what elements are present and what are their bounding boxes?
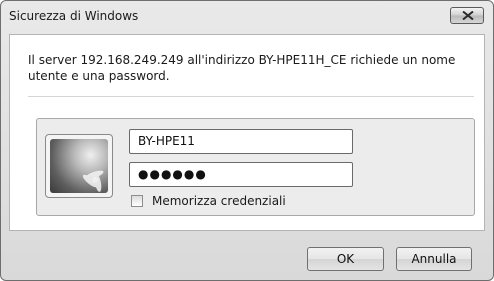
- security-dialog: Sicurezza di Windows Il server 192.168.2…: [0, 0, 494, 281]
- password-field[interactable]: ●●●●●●: [129, 162, 353, 187]
- remember-checkbox[interactable]: [131, 195, 143, 207]
- ok-button[interactable]: OK: [307, 247, 384, 271]
- remember-label[interactable]: Memorizza credenziali: [152, 194, 286, 208]
- close-button[interactable]: [450, 7, 484, 24]
- separator: [28, 96, 474, 97]
- window-title: Sicurezza di Windows: [9, 9, 139, 23]
- prompt-message: Il server 192.168.249.249 all'indirizzo …: [28, 53, 456, 83]
- username-field[interactable]: BY-HPE11: [129, 129, 353, 154]
- close-icon: [462, 11, 474, 20]
- user-avatar-icon: [45, 134, 113, 198]
- flower-icon: [82, 170, 104, 192]
- avatar-image: [50, 139, 108, 193]
- cancel-button[interactable]: Annulla: [396, 247, 472, 271]
- dialog-content: Il server 192.168.249.249 all'indirizzo …: [9, 34, 485, 231]
- credential-tile: BY-HPE11 ●●●●●● Memorizza credenziali: [36, 118, 475, 216]
- title-bar: Sicurezza di Windows: [1, 1, 493, 31]
